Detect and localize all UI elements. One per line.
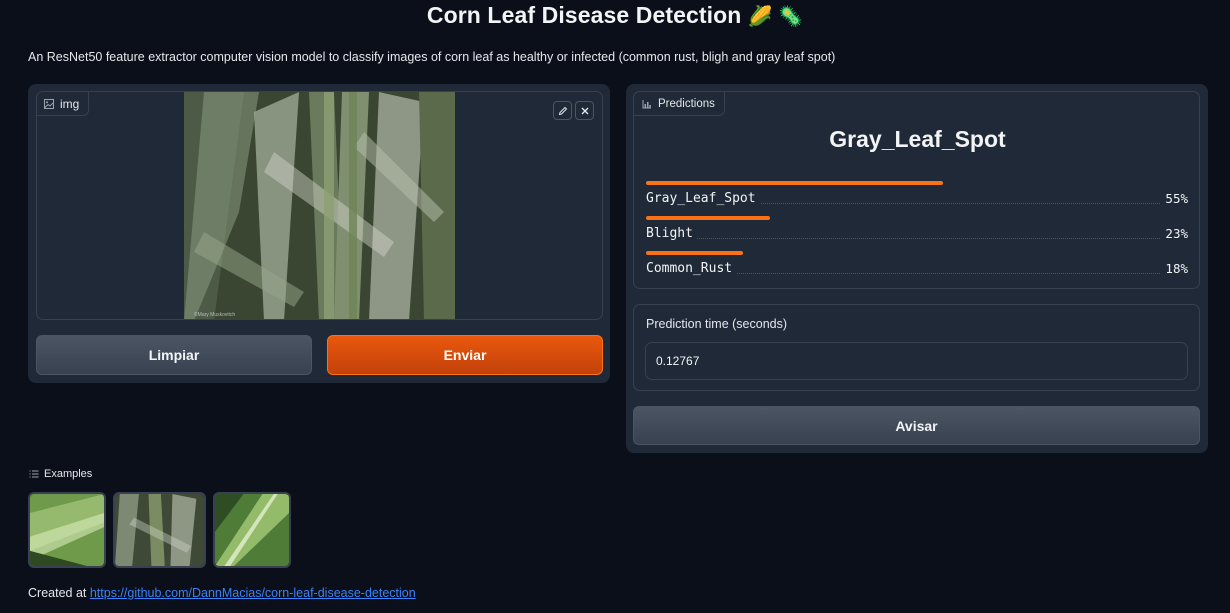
bar-chart-icon [642,99,651,108]
dotted-leader [646,238,1188,239]
healthy-leaf-example[interactable] [28,492,106,568]
corn-microbe-emoji: 🌽 🦠 [747,6,804,28]
confidence-label: Blight [646,226,697,241]
prediction-time-label: Prediction time (seconds) [646,317,788,331]
confidence-bar [646,181,943,185]
predictions-label-text: Predictions [658,97,715,110]
top-prediction: Gray_Leaf_Spot [829,126,1006,152]
gray-leaf-spot-example[interactable] [113,492,206,568]
title-text: Corn Leaf Disease Detection [426,2,742,28]
prediction-time-box: Prediction time (seconds) [633,304,1200,391]
prediction-time-field[interactable] [645,342,1188,380]
uploaded-corn-leaf-image: ©Mary Muskovitch [184,92,455,319]
page-description: An ResNet50 feature extractor computer v… [28,50,836,64]
output-panel: Predictions Gray_Leaf_Spot Gray_Leaf_Spo… [626,84,1208,453]
predictions-label: Predictions [634,92,725,116]
confidence-label: Gray_Leaf_Spot [646,191,760,206]
image-input-label-text: img [60,96,80,111]
clear-image-button[interactable] [575,101,594,120]
edit-image-button[interactable] [553,101,572,120]
submit-button[interactable]: Enviar [327,335,603,375]
predictions-box: Predictions Gray_Leaf_Spot Gray_Leaf_Spo… [633,91,1200,289]
footer: Created at https://github.com/DannMacias… [28,586,416,600]
footer-prefix: Created at [28,586,90,600]
image-icon [44,98,54,109]
input-panel: img ©Mary Muskovitch Limpiar Enviar [28,84,610,383]
confidence-bar [646,251,744,255]
github-link[interactable]: https://github.com/DannMacias/corn-leaf-… [90,586,416,600]
confidence-row: Gray_Leaf_Spot 55% [646,181,1188,211]
examples-label: Examples [29,468,92,480]
confidence-row: Common_Rust 18% [646,251,1188,281]
healthy-leaf-closeup-example[interactable] [213,492,291,568]
photo-credit: ©Mary Muskovitch [194,312,236,318]
confidence-value: 18% [1161,261,1188,276]
image-input[interactable]: img ©Mary Muskovitch [36,91,603,320]
close-icon [581,107,588,114]
confidence-bar [646,216,771,220]
page-title: Corn Leaf Disease Detection 🌽 🦠 [0,2,1230,29]
clear-button[interactable]: Limpiar [36,335,312,375]
confidence-value: 55% [1161,191,1188,206]
image-input-label: img [37,92,90,116]
pencil-icon [558,106,567,115]
flag-button[interactable]: Avisar [633,406,1200,445]
confidence-row: Blight 23% [646,216,1188,246]
list-icon [29,470,39,478]
examples-label-text: Examples [44,468,93,480]
confidence-value: 23% [1161,226,1188,241]
confidence-label: Common_Rust [646,261,737,276]
